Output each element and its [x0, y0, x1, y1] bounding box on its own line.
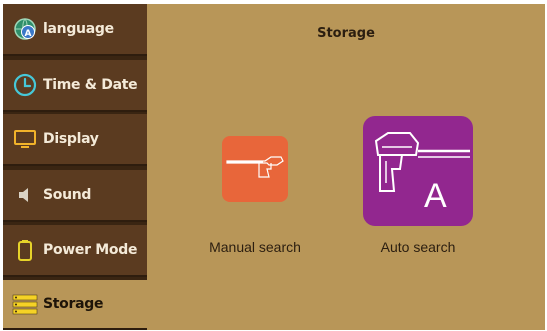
sidebar-item-label: Power Mode — [43, 242, 138, 258]
sidebar-item-time-date[interactable]: Time & Date — [3, 60, 147, 112]
sidebar-item-label: Display — [43, 131, 99, 147]
speaker-icon — [11, 181, 39, 209]
page-title: Storage — [317, 26, 375, 41]
manual-search-button[interactable] — [222, 136, 288, 202]
sidebar: A language Time & Date Display Sound Pow… — [3, 4, 147, 330]
settings-screen: A language Time & Date Display Sound Pow… — [0, 0, 547, 331]
sidebar-item-label: language — [43, 21, 114, 37]
auto-badge: A — [424, 177, 447, 215]
sidebar-item-label: Storage — [43, 296, 104, 312]
storage-panel: Storage A Manual search Auto search — [147, 4, 545, 330]
globe-language-icon: A — [11, 15, 39, 43]
battery-icon — [11, 236, 39, 264]
detector-auto-icon: A — [366, 121, 470, 221]
sidebar-item-storage[interactable]: Storage — [3, 280, 147, 330]
sidebar-item-display[interactable]: Display — [3, 114, 147, 166]
svg-text:A: A — [25, 29, 32, 39]
clock-icon — [11, 71, 39, 99]
monitor-icon — [11, 125, 39, 153]
auto-search-label: Auto search — [380, 239, 456, 255]
detector-icon — [225, 147, 285, 191]
sidebar-item-label: Time & Date — [43, 77, 138, 93]
manual-search-label: Manual search — [209, 239, 301, 255]
sidebar-item-power-mode[interactable]: Power Mode — [3, 225, 147, 277]
auto-search-button[interactable]: A — [363, 116, 473, 226]
storage-icon — [11, 290, 39, 318]
sidebar-item-label: Sound — [43, 187, 92, 203]
sidebar-item-sound[interactable]: Sound — [3, 170, 147, 222]
sidebar-item-language[interactable]: A language — [3, 4, 147, 56]
